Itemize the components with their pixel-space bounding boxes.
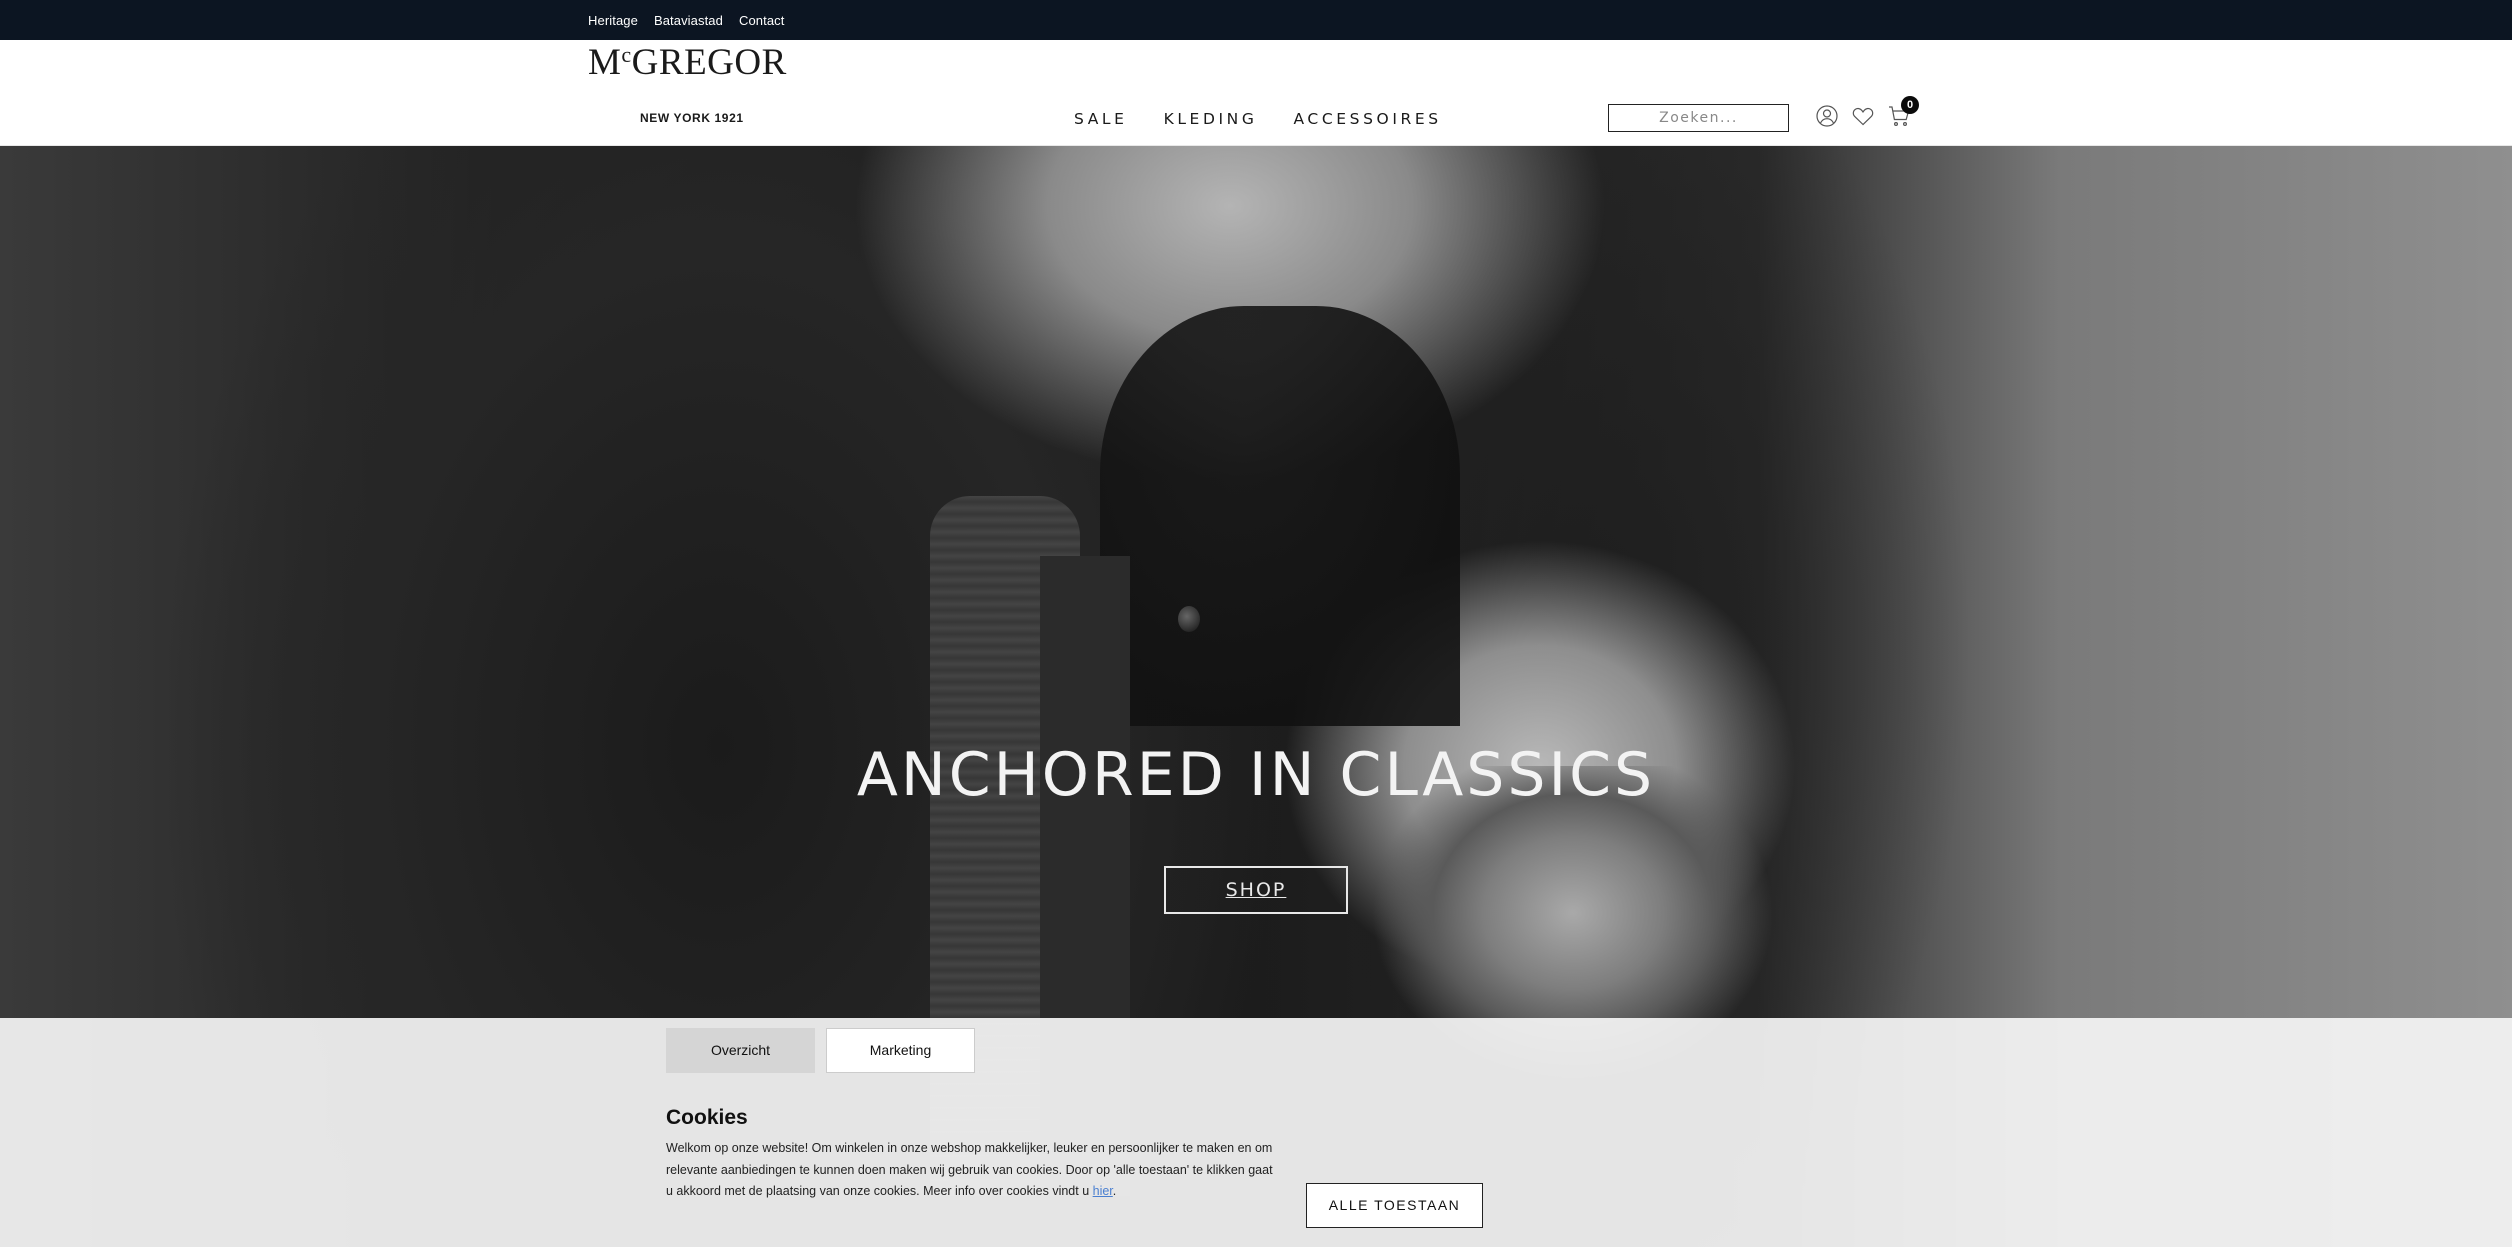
cart-count-badge: 0: [1901, 96, 1919, 114]
hero-title: ANCHORED IN CLASSICS: [856, 740, 1656, 810]
mcgregor-logo[interactable]: McGREGOR NEW YORK 1921: [588, 44, 792, 126]
accept-all-cookies-button[interactable]: ALLE TOESTAAN: [1306, 1183, 1483, 1228]
cookie-description-end: .: [1112, 1184, 1117, 1198]
hero-shop-button[interactable]: SHOP: [1164, 866, 1348, 914]
cookie-consent-panel: Overzicht Marketing Cookies Welkom op on…: [0, 1018, 2512, 1247]
nav-accessoires[interactable]: ACCESSOIRES: [1293, 110, 1441, 128]
utility-links: Heritage Bataviastad Contact: [588, 0, 785, 40]
top-utility-bar: Heritage Bataviastad Contact: [0, 0, 2512, 40]
tab-overzicht[interactable]: Overzicht: [666, 1028, 815, 1073]
logo-subtitle: NEW YORK 1921: [640, 111, 744, 125]
search-input[interactable]: [1608, 104, 1789, 132]
cookie-info-link[interactable]: hier: [1093, 1184, 1113, 1198]
hero-image-collar: [1100, 306, 1460, 726]
tab-marketing[interactable]: Marketing: [826, 1028, 975, 1073]
cookie-description: Welkom op onze website! Om winkelen in o…: [666, 1138, 1276, 1203]
logo-wordmark: McGREGOR: [588, 42, 787, 83]
bataviastad-link[interactable]: Bataviastad: [654, 13, 723, 28]
cookie-tabs: Overzicht Marketing: [666, 1028, 975, 1073]
main-navigation: SALE KLEDING ACCESSOIRES: [1074, 110, 1442, 128]
nav-sale[interactable]: SALE: [1074, 110, 1128, 128]
hero-image-jacket-button: [1178, 606, 1200, 632]
heritage-link[interactable]: Heritage: [588, 13, 638, 28]
nav-kleding[interactable]: KLEDING: [1164, 110, 1258, 128]
cookie-title: Cookies: [666, 1106, 748, 1129]
account-icon[interactable]: [1815, 104, 1839, 128]
contact-link[interactable]: Contact: [739, 13, 785, 28]
site-header: [0, 40, 2512, 146]
heart-icon[interactable]: [1851, 104, 1875, 128]
cookie-description-text: Welkom op onze website! Om winkelen in o…: [666, 1141, 1273, 1198]
